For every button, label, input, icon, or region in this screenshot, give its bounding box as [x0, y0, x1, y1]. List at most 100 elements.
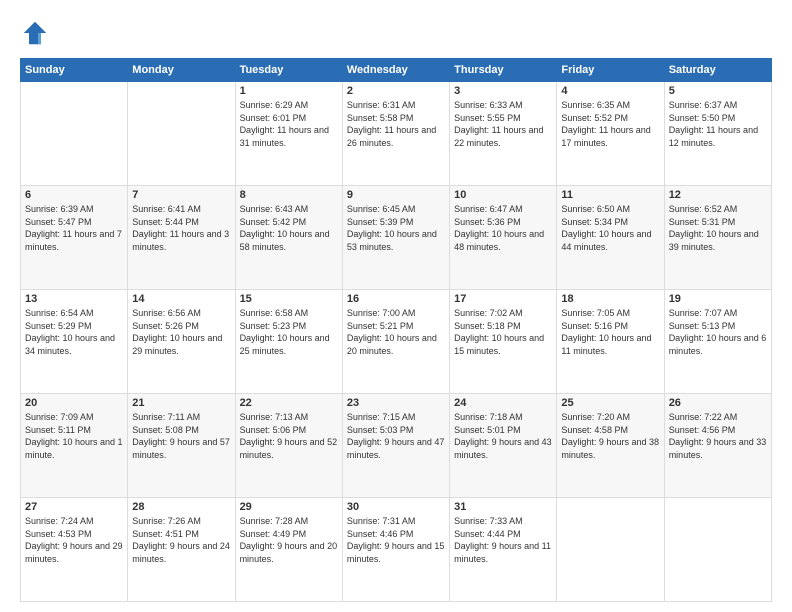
day-info: Sunrise: 6:45 AMSunset: 5:39 PMDaylight:…: [347, 203, 445, 253]
calendar-week-1: 1Sunrise: 6:29 AMSunset: 6:01 PMDaylight…: [21, 82, 772, 186]
day-info: Sunrise: 7:18 AMSunset: 5:01 PMDaylight:…: [454, 411, 552, 461]
col-header-tuesday: Tuesday: [235, 59, 342, 82]
col-header-sunday: Sunday: [21, 59, 128, 82]
day-info: Sunrise: 7:28 AMSunset: 4:49 PMDaylight:…: [240, 515, 338, 565]
calendar-cell: 31 Sunrise: 7:33 AMSunset: 4:44 PMDayligh…: [450, 498, 557, 602]
day-info: Sunrise: 7:09 AMSunset: 5:11 PMDaylight:…: [25, 411, 123, 461]
day-info: Sunrise: 6:35 AMSunset: 5:52 PMDaylight:…: [561, 99, 659, 149]
day-info: Sunrise: 7:24 AMSunset: 4:53 PMDaylight:…: [25, 515, 123, 565]
calendar-week-2: 6 Sunrise: 6:39 AMSunset: 5:47 PMDaylight…: [21, 186, 772, 290]
calendar-cell: 4 Sunrise: 6:35 AMSunset: 5:52 PMDaylight…: [557, 82, 664, 186]
day-number: 24: [454, 397, 552, 409]
day-info: Sunrise: 6:58 AMSunset: 5:23 PMDaylight:…: [240, 307, 338, 357]
calendar-cell: 6 Sunrise: 6:39 AMSunset: 5:47 PMDaylight…: [21, 186, 128, 290]
day-number: 28: [132, 501, 230, 513]
logo: [20, 18, 54, 48]
logo-icon: [20, 18, 50, 48]
calendar-cell: 25Sunrise: 7:20 AMSunset: 4:58 PMDayligh…: [557, 394, 664, 498]
calendar-week-4: 20Sunrise: 7:09 AMSunset: 5:11 PMDayligh…: [21, 394, 772, 498]
day-info: Sunrise: 7:05 AMSunset: 5:16 PMDaylight:…: [561, 307, 659, 357]
calendar-cell: 14 Sunrise: 6:56 AMSunset: 5:26 PMDayligh…: [128, 290, 235, 394]
calendar-week-3: 13 Sunrise: 6:54 AMSunset: 5:29 PMDayligh…: [21, 290, 772, 394]
day-number: 14: [132, 293, 230, 305]
day-info: Sunrise: 6:41 AMSunset: 5:44 PMDaylight:…: [132, 203, 230, 253]
day-number: 18: [561, 293, 659, 305]
calendar-cell: 27 Sunrise: 7:24 AMSunset: 4:53 PMDayligh…: [21, 498, 128, 602]
day-number: 6: [25, 189, 123, 201]
calendar-header-row: SundayMondayTuesdayWednesdayThursdayFrid…: [21, 59, 772, 82]
header: [20, 18, 772, 48]
day-number: 13: [25, 293, 123, 305]
day-info: Sunrise: 6:43 AMSunset: 5:42 PMDaylight:…: [240, 203, 338, 253]
day-number: 30: [347, 501, 445, 513]
day-number: 21: [132, 397, 230, 409]
day-number: 4: [561, 85, 659, 97]
calendar-cell: 3Sunrise: 6:33 AMSunset: 5:55 PMDaylight…: [450, 82, 557, 186]
calendar-cell: 13 Sunrise: 6:54 AMSunset: 5:29 PMDayligh…: [21, 290, 128, 394]
day-number: 16: [347, 293, 445, 305]
calendar-cell: [128, 82, 235, 186]
calendar-cell: 21 Sunrise: 7:11 AMSunset: 5:08 PMDayligh…: [128, 394, 235, 498]
day-number: 26: [669, 397, 767, 409]
calendar-cell: 7 Sunrise: 6:41 AMSunset: 5:44 PMDaylight…: [128, 186, 235, 290]
calendar-cell: 1Sunrise: 6:29 AMSunset: 6:01 PMDaylight…: [235, 82, 342, 186]
day-number: 22: [240, 397, 338, 409]
day-number: 2: [347, 85, 445, 97]
day-info: Sunrise: 7:31 AMSunset: 4:46 PMDaylight:…: [347, 515, 445, 565]
day-number: 17: [454, 293, 552, 305]
day-number: 7: [132, 189, 230, 201]
day-info: Sunrise: 7:20 AMSunset: 4:58 PMDaylight:…: [561, 411, 659, 461]
calendar-cell: [557, 498, 664, 602]
col-header-saturday: Saturday: [664, 59, 771, 82]
day-number: 5: [669, 85, 767, 97]
calendar-cell: 18 Sunrise: 7:05 AMSunset: 5:16 PMDayligh…: [557, 290, 664, 394]
day-number: 9: [347, 189, 445, 201]
calendar-cell: 12Sunrise: 6:52 AMSunset: 5:31 PMDayligh…: [664, 186, 771, 290]
day-number: 27: [25, 501, 123, 513]
calendar-cell: 24 Sunrise: 7:18 AMSunset: 5:01 PMDayligh…: [450, 394, 557, 498]
day-number: 19: [669, 293, 767, 305]
calendar-cell: [21, 82, 128, 186]
col-header-thursday: Thursday: [450, 59, 557, 82]
day-info: Sunrise: 7:33 AMSunset: 4:44 PMDaylight:…: [454, 515, 552, 565]
calendar-cell: 30 Sunrise: 7:31 AMSunset: 4:46 PMDayligh…: [342, 498, 449, 602]
calendar-cell: [664, 498, 771, 602]
calendar-cell: 9 Sunrise: 6:45 AMSunset: 5:39 PMDaylight…: [342, 186, 449, 290]
day-info: Sunrise: 6:47 AMSunset: 5:36 PMDaylight:…: [454, 203, 552, 253]
day-number: 11: [561, 189, 659, 201]
day-info: Sunrise: 7:11 AMSunset: 5:08 PMDaylight:…: [132, 411, 230, 461]
day-number: 8: [240, 189, 338, 201]
day-info: Sunrise: 6:39 AMSunset: 5:47 PMDaylight:…: [25, 203, 123, 253]
day-number: 12: [669, 189, 767, 201]
day-info: Sunrise: 7:15 AMSunset: 5:03 PMDaylight:…: [347, 411, 445, 461]
calendar-week-5: 27 Sunrise: 7:24 AMSunset: 4:53 PMDayligh…: [21, 498, 772, 602]
calendar-cell: 11Sunrise: 6:50 AMSunset: 5:34 PMDayligh…: [557, 186, 664, 290]
day-info: Sunrise: 7:00 AMSunset: 5:21 PMDaylight:…: [347, 307, 445, 357]
day-info: Sunrise: 7:13 AMSunset: 5:06 PMDaylight:…: [240, 411, 338, 461]
day-info: Sunrise: 6:33 AMSunset: 5:55 PMDaylight:…: [454, 99, 552, 149]
calendar-cell: 26 Sunrise: 7:22 AMSunset: 4:56 PMDayligh…: [664, 394, 771, 498]
day-info: Sunrise: 7:02 AMSunset: 5:18 PMDaylight:…: [454, 307, 552, 357]
calendar-cell: 5 Sunrise: 6:37 AMSunset: 5:50 PMDaylight…: [664, 82, 771, 186]
day-info: Sunrise: 7:07 AMSunset: 5:13 PMDaylight:…: [669, 307, 767, 357]
calendar-cell: 8 Sunrise: 6:43 AMSunset: 5:42 PMDaylight…: [235, 186, 342, 290]
calendar: SundayMondayTuesdayWednesdayThursdayFrid…: [20, 58, 772, 602]
day-number: 29: [240, 501, 338, 513]
calendar-cell: 10Sunrise: 6:47 AMSunset: 5:36 PMDayligh…: [450, 186, 557, 290]
day-info: Sunrise: 7:26 AMSunset: 4:51 PMDaylight:…: [132, 515, 230, 565]
calendar-cell: 17 Sunrise: 7:02 AMSunset: 5:18 PMDayligh…: [450, 290, 557, 394]
calendar-cell: 29 Sunrise: 7:28 AMSunset: 4:49 PMDayligh…: [235, 498, 342, 602]
col-header-wednesday: Wednesday: [342, 59, 449, 82]
calendar-cell: 16 Sunrise: 7:00 AMSunset: 5:21 PMDayligh…: [342, 290, 449, 394]
day-info: Sunrise: 6:54 AMSunset: 5:29 PMDaylight:…: [25, 307, 123, 357]
day-info: Sunrise: 7:22 AMSunset: 4:56 PMDaylight:…: [669, 411, 767, 461]
col-header-friday: Friday: [557, 59, 664, 82]
day-number: 15: [240, 293, 338, 305]
page: SundayMondayTuesdayWednesdayThursdayFrid…: [0, 0, 792, 612]
day-info: Sunrise: 6:56 AMSunset: 5:26 PMDaylight:…: [132, 307, 230, 357]
calendar-cell: 19 Sunrise: 7:07 AMSunset: 5:13 PMDayligh…: [664, 290, 771, 394]
day-info: Sunrise: 6:37 AMSunset: 5:50 PMDaylight:…: [669, 99, 767, 149]
calendar-cell: 28 Sunrise: 7:26 AMSunset: 4:51 PMDayligh…: [128, 498, 235, 602]
day-info: Sunrise: 6:31 AMSunset: 5:58 PMDaylight:…: [347, 99, 445, 149]
day-number: 31: [454, 501, 552, 513]
